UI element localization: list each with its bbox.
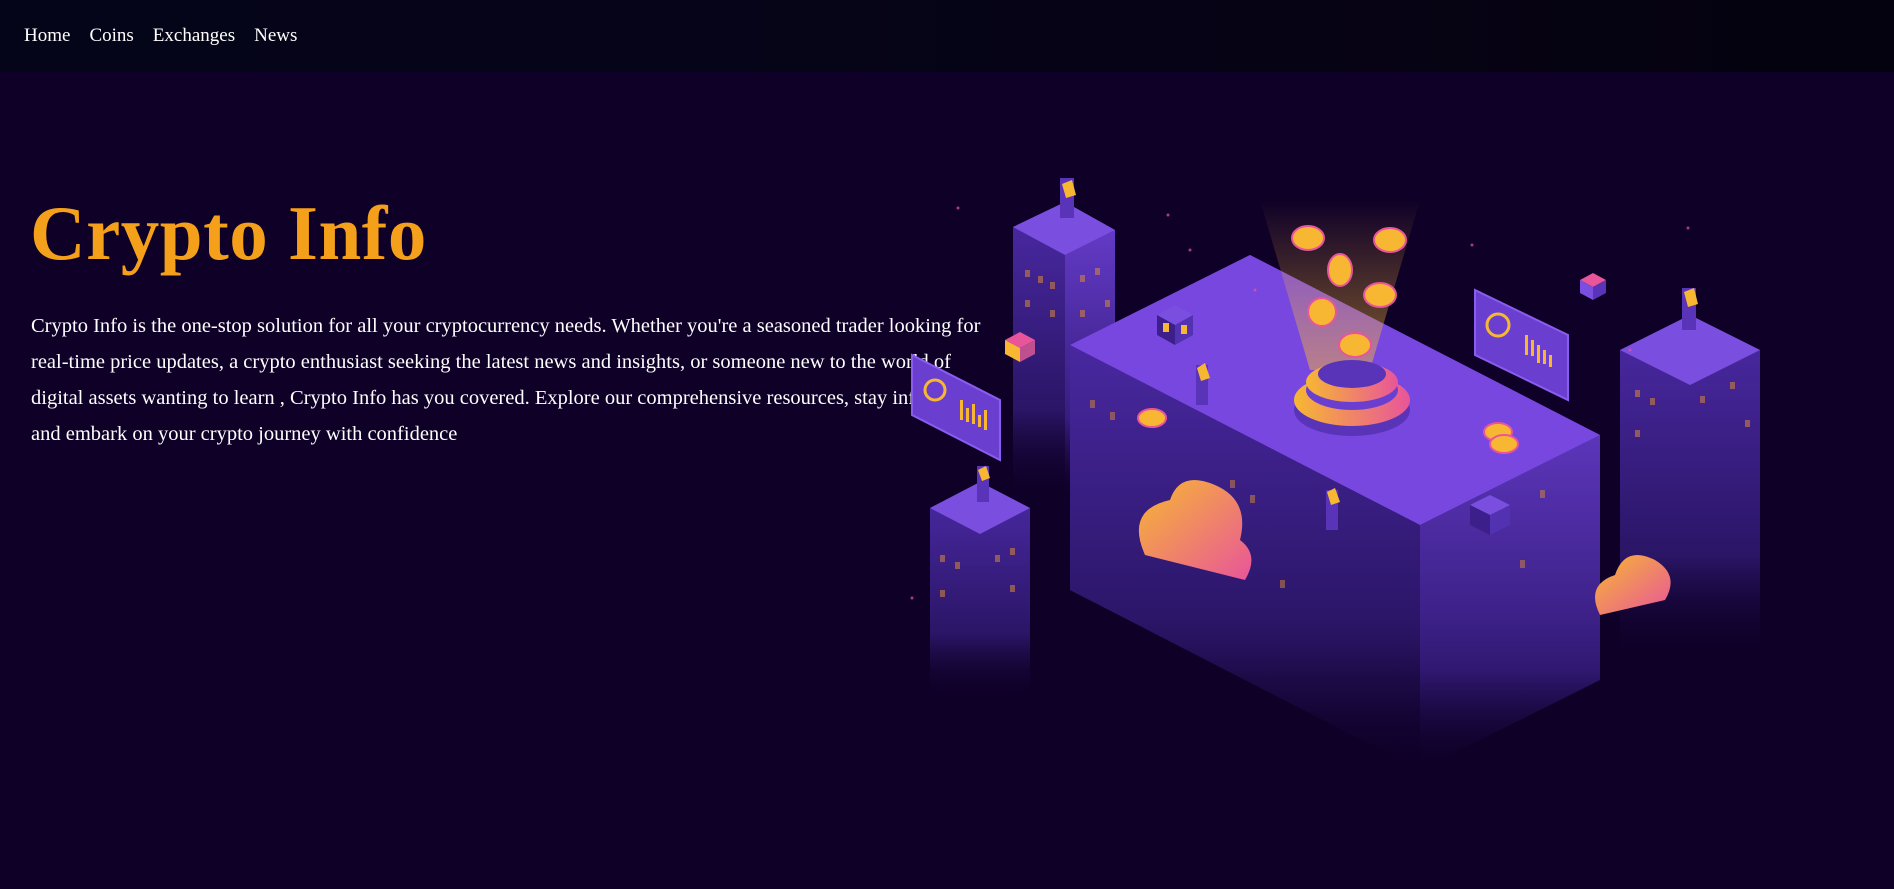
nav-link-news[interactable]: News: [254, 25, 297, 47]
nav-link-coins[interactable]: Coins: [89, 25, 133, 47]
hero-title: Crypto Info: [30, 190, 427, 276]
nav-link-exchanges[interactable]: Exchanges: [153, 25, 235, 47]
nav-links: Home Coins Exchanges News: [0, 25, 297, 47]
top-navbar: Home Coins Exchanges News: [0, 0, 1894, 72]
crypto-city-illustration-icon: [910, 178, 1760, 770]
nav-link-home[interactable]: Home: [24, 25, 70, 47]
hero-description: Crypto Info is the one-stop solution for…: [31, 315, 981, 445]
left-short-tower-icon: [930, 466, 1030, 700]
left-chart-panel-icon: [911, 353, 1001, 462]
